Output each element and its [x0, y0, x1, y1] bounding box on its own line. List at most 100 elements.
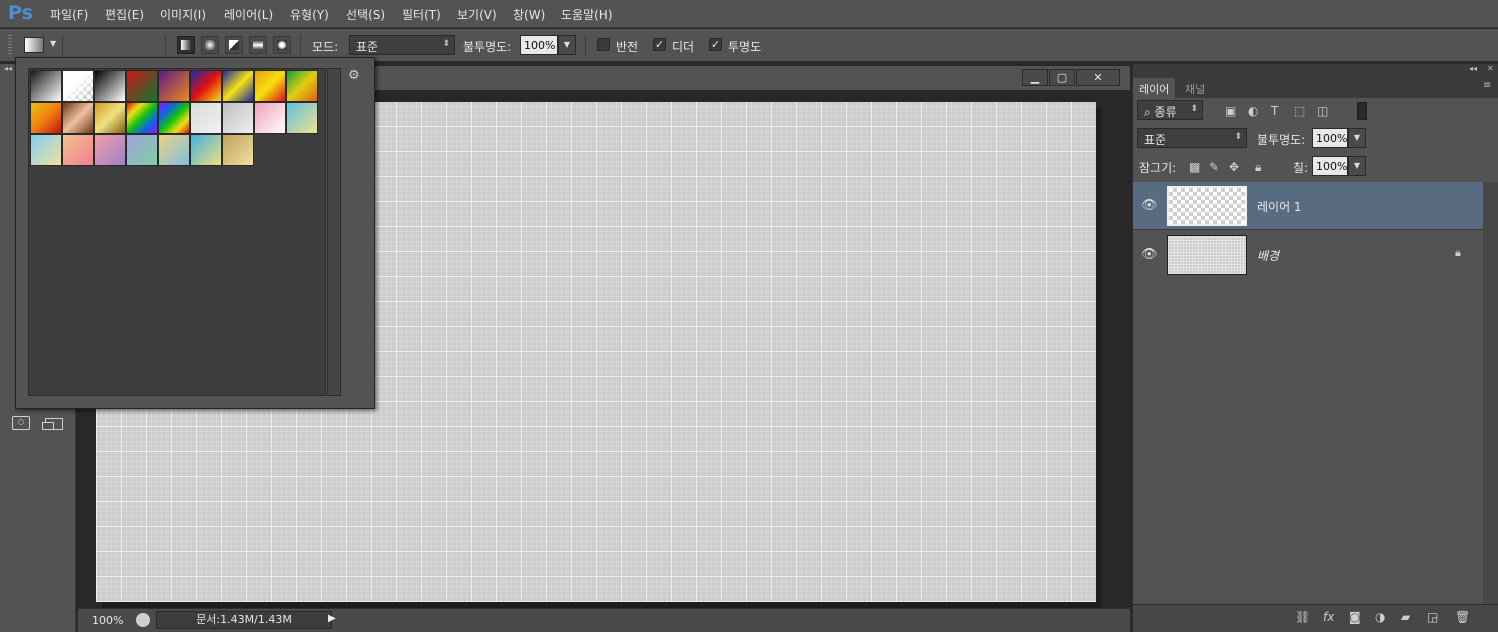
menu-type[interactable]: 유형(Y)	[290, 6, 329, 23]
gradient-swatch[interactable]	[126, 102, 158, 134]
transparency-checkbox[interactable]: ✓	[709, 38, 722, 51]
radial-gradient-button[interactable]	[201, 36, 219, 54]
visibility-eye-icon[interactable]: 👁︎	[1141, 247, 1158, 262]
gradient-swatch[interactable]	[30, 134, 62, 166]
options-grip[interactable]	[8, 35, 12, 55]
fill-slider-button[interactable]: ▼	[1348, 156, 1366, 176]
gradient-swatch[interactable]	[286, 70, 318, 102]
menu-window[interactable]: 창(W)	[513, 6, 545, 23]
new-layer-icon[interactable]: ◲	[1427, 610, 1438, 624]
layer-name[interactable]: 레이어 1	[1257, 198, 1302, 215]
gradient-swatch[interactable]	[190, 134, 222, 166]
gradient-swatch[interactable]	[222, 134, 254, 166]
gradient-swatch[interactable]	[158, 70, 190, 102]
quick-mask-button[interactable]	[12, 416, 30, 430]
adjustment-filter-icon[interactable]: ◐	[1248, 104, 1258, 118]
close-button[interactable]: ✕	[1076, 69, 1120, 86]
visibility-eye-icon[interactable]: 👁︎	[1141, 198, 1158, 213]
lock-paint-brush-icon[interactable]: ✎	[1209, 160, 1219, 174]
screen-mode-button[interactable]	[42, 418, 63, 430]
linear-gradient-button[interactable]	[177, 36, 195, 54]
smart-object-filter-icon[interactable]: ◫	[1317, 104, 1328, 118]
layer-row-background[interactable]: 👁︎ 배경 🔒︎	[1133, 231, 1483, 279]
gradient-swatch[interactable]	[222, 102, 254, 134]
gradient-swatch[interactable]	[190, 70, 222, 102]
mode-dropdown[interactable]: 표준 ⬍	[349, 35, 455, 55]
menu-file[interactable]: 파일(F)	[50, 6, 88, 23]
fx-icon[interactable]: fx	[1323, 610, 1334, 624]
gradient-swatch[interactable]	[254, 70, 286, 102]
status-menu-icon[interactable]	[136, 613, 150, 627]
gradient-swatch[interactable]	[190, 102, 222, 134]
gradient-swatch[interactable]	[254, 102, 286, 134]
layers-empty-area[interactable]	[1133, 278, 1483, 604]
gradient-swatch[interactable]	[30, 102, 62, 134]
opacity-input[interactable]: 100%	[520, 35, 558, 55]
tool-preset-button[interactable]	[24, 37, 44, 53]
angle-gradient-icon	[229, 40, 239, 50]
menu-view[interactable]: 보기(V)	[457, 6, 497, 23]
new-group-folder-icon[interactable]: ▰	[1401, 610, 1410, 624]
menu-layer[interactable]: 레이어(L)	[224, 6, 273, 23]
filter-toggle-switch[interactable]	[1357, 102, 1367, 120]
type-filter-icon[interactable]: T	[1271, 104, 1278, 118]
gradient-swatch[interactable]	[30, 70, 62, 102]
layers-scrollbar[interactable]	[1483, 182, 1498, 604]
lock-position-move-icon[interactable]: ✥	[1229, 160, 1239, 174]
panel-menu-icon[interactable]: ≡	[1483, 80, 1491, 91]
close-panel-icon[interactable]: ✕	[1487, 64, 1494, 73]
gradient-swatch[interactable]	[158, 102, 190, 134]
gradient-swatch[interactable]	[286, 102, 318, 134]
gradient-swatch[interactable]	[94, 70, 126, 102]
blend-mode-dropdown[interactable]: 표준 ⬍	[1137, 128, 1247, 148]
gradient-swatch[interactable]	[94, 102, 126, 134]
menu-select[interactable]: 선택(S)	[346, 6, 385, 23]
lock-all-icon[interactable]: 🔒︎	[1255, 160, 1261, 175]
layer-opacity-input[interactable]: 100%	[1312, 128, 1348, 148]
maximize-button[interactable]: ▢	[1049, 69, 1075, 86]
link-layers-icon[interactable]: ⛓	[1295, 610, 1310, 624]
menu-help[interactable]: 도움말(H)	[561, 6, 613, 23]
linear-gradient-icon	[181, 40, 191, 50]
menu-filter[interactable]: 필터(T)	[402, 6, 441, 23]
minimize-button[interactable]: ▁	[1022, 69, 1048, 86]
layer-row-layer1[interactable]: 👁︎ 레이어 1	[1133, 182, 1483, 230]
collapse-arrows-icon[interactable]: ◂◂	[1469, 64, 1477, 73]
checkmark-icon: ✓	[654, 38, 665, 51]
shape-filter-icon[interactable]: ⬚	[1294, 104, 1305, 118]
reverse-checkbox[interactable]	[597, 38, 610, 51]
radial-gradient-icon	[205, 40, 215, 50]
gradient-swatch[interactable]	[126, 134, 158, 166]
gradient-swatch[interactable]	[222, 70, 254, 102]
gradient-swatch[interactable]	[62, 70, 94, 102]
fill-input[interactable]: 100%	[1312, 156, 1348, 176]
tab-channels[interactable]: 채널	[1179, 78, 1211, 98]
diamond-gradient-button[interactable]	[273, 36, 291, 54]
gradient-swatch[interactable]	[158, 134, 190, 166]
menu-edit[interactable]: 편집(E)	[105, 6, 144, 23]
gradient-swatch[interactable]	[94, 134, 126, 166]
picker-scrollbar[interactable]	[327, 68, 341, 396]
gradient-swatch[interactable]	[62, 134, 94, 166]
opacity-slider-button[interactable]: ▼	[558, 35, 576, 55]
menu-image[interactable]: 이미지(I)	[160, 6, 206, 23]
add-mask-icon[interactable]: ◙	[1349, 610, 1361, 624]
trash-icon[interactable]: 🗑︎	[1455, 610, 1470, 624]
reflected-gradient-button[interactable]	[249, 36, 267, 54]
adjustment-layer-icon[interactable]: ◑	[1375, 610, 1385, 624]
gradient-swatch[interactable]	[126, 70, 158, 102]
gear-icon[interactable]: ⚙	[348, 68, 360, 83]
chevron-down-icon[interactable]: ▼	[50, 39, 56, 48]
lock-transparent-icon[interactable]: ▩	[1189, 160, 1200, 174]
zoom-level[interactable]: 100%	[92, 614, 123, 627]
collapse-arrows-icon[interactable]: ◂◂	[4, 64, 12, 73]
layer-opacity-slider-button[interactable]: ▼	[1348, 128, 1366, 148]
gradient-swatch[interactable]	[62, 102, 94, 134]
filter-kind-dropdown[interactable]: ⌕ 종류 ⬍	[1137, 100, 1203, 120]
status-arrow-icon[interactable]: ▶	[328, 613, 336, 624]
angle-gradient-button[interactable]	[225, 36, 243, 54]
tab-layers[interactable]: 레이어	[1133, 78, 1176, 98]
image-filter-icon[interactable]: ▣	[1225, 104, 1236, 118]
dither-checkbox[interactable]: ✓	[653, 38, 666, 51]
layer-name[interactable]: 배경	[1257, 247, 1279, 264]
